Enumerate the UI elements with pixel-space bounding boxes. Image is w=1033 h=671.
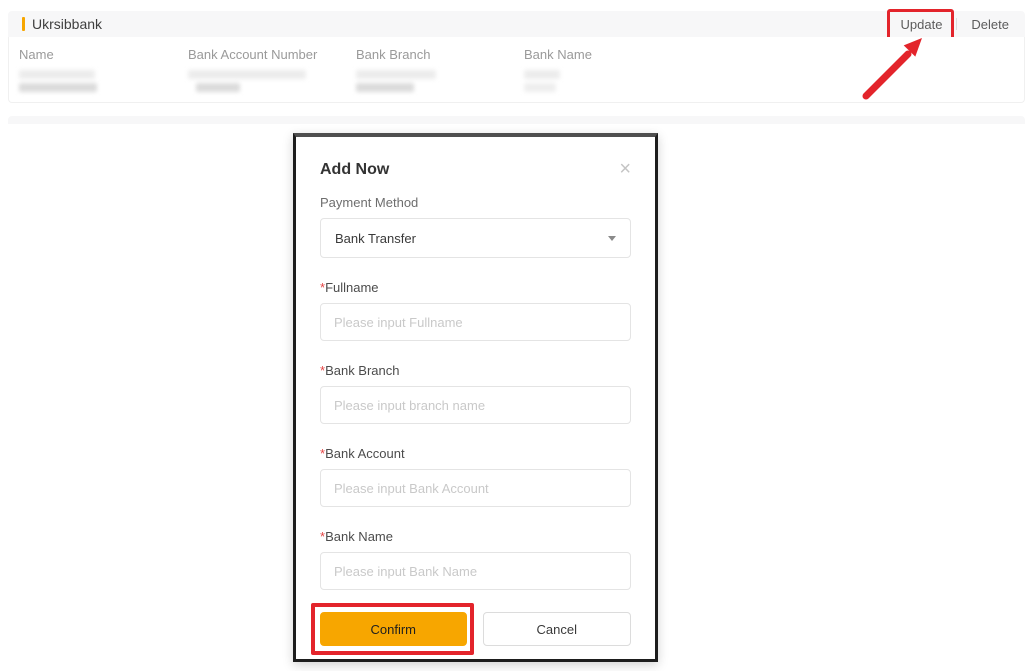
payment-method-select[interactable]: Bank Transfer <box>320 218 631 258</box>
redacted-value <box>524 83 556 92</box>
redacted-value <box>196 83 240 92</box>
column-bank-branch: Bank Branch <box>356 47 436 92</box>
fullname-label: *Fullname <box>320 280 631 295</box>
redacted-value <box>19 70 95 79</box>
accent-bar-icon <box>22 17 25 31</box>
redacted-value <box>524 70 560 79</box>
fullname-field-group: *Fullname <box>320 280 631 341</box>
bank-name-input[interactable] <box>320 552 631 590</box>
bank-account-table: Name Bank Account Number Bank Branch Ban… <box>8 37 1025 103</box>
card-header: Ukrsibbank Update Delete <box>8 11 1025 37</box>
bank-name-label: *Bank Name <box>320 529 631 544</box>
redacted-value <box>356 83 414 92</box>
column-name: Name <box>19 47 97 92</box>
bank-account-label: *Bank Account <box>320 446 631 461</box>
update-button[interactable]: Update <box>897 15 947 34</box>
next-section-strip <box>8 116 1025 124</box>
cancel-button[interactable]: Cancel <box>483 612 632 646</box>
column-header-bank-account-number: Bank Account Number <box>188 47 317 62</box>
column-bank-account-number: Bank Account Number <box>188 47 317 92</box>
close-icon[interactable]: × <box>619 161 631 177</box>
bank-name-field-group: *Bank Name <box>320 529 631 590</box>
bank-account-input[interactable] <box>320 469 631 507</box>
payment-method-selected-value: Bank Transfer <box>335 231 416 246</box>
redacted-value <box>19 83 97 92</box>
card-title: Ukrsibbank <box>32 16 102 32</box>
card-actions: Update Delete <box>897 15 1014 34</box>
delete-button[interactable]: Delete <box>967 15 1013 34</box>
bank-branch-field-group: *Bank Branch <box>320 363 631 424</box>
modal-title: Add Now <box>320 161 389 179</box>
bank-branch-label: *Bank Branch <box>320 363 631 378</box>
payment-method-label: Payment Method <box>320 195 631 210</box>
column-bank-name: Bank Name <box>524 47 592 92</box>
actions-divider <box>956 18 957 30</box>
confirm-button[interactable]: Confirm <box>320 612 467 646</box>
modal-footer: Confirm Cancel <box>320 612 631 646</box>
add-payment-method-modal: Add Now × Payment Method Bank Transfer *… <box>293 133 658 662</box>
redacted-value <box>188 70 306 79</box>
column-header-bank-branch: Bank Branch <box>356 47 436 62</box>
bank-branch-input[interactable] <box>320 386 631 424</box>
bank-account-field-group: *Bank Account <box>320 446 631 507</box>
chevron-down-icon <box>608 236 616 241</box>
payment-method-card: Ukrsibbank Update Delete Name Bank Accou… <box>8 11 1025 103</box>
column-header-bank-name: Bank Name <box>524 47 592 62</box>
modal-header: Add Now × <box>320 161 631 179</box>
column-header-name: Name <box>19 47 97 62</box>
redacted-value <box>356 70 436 79</box>
fullname-input[interactable] <box>320 303 631 341</box>
